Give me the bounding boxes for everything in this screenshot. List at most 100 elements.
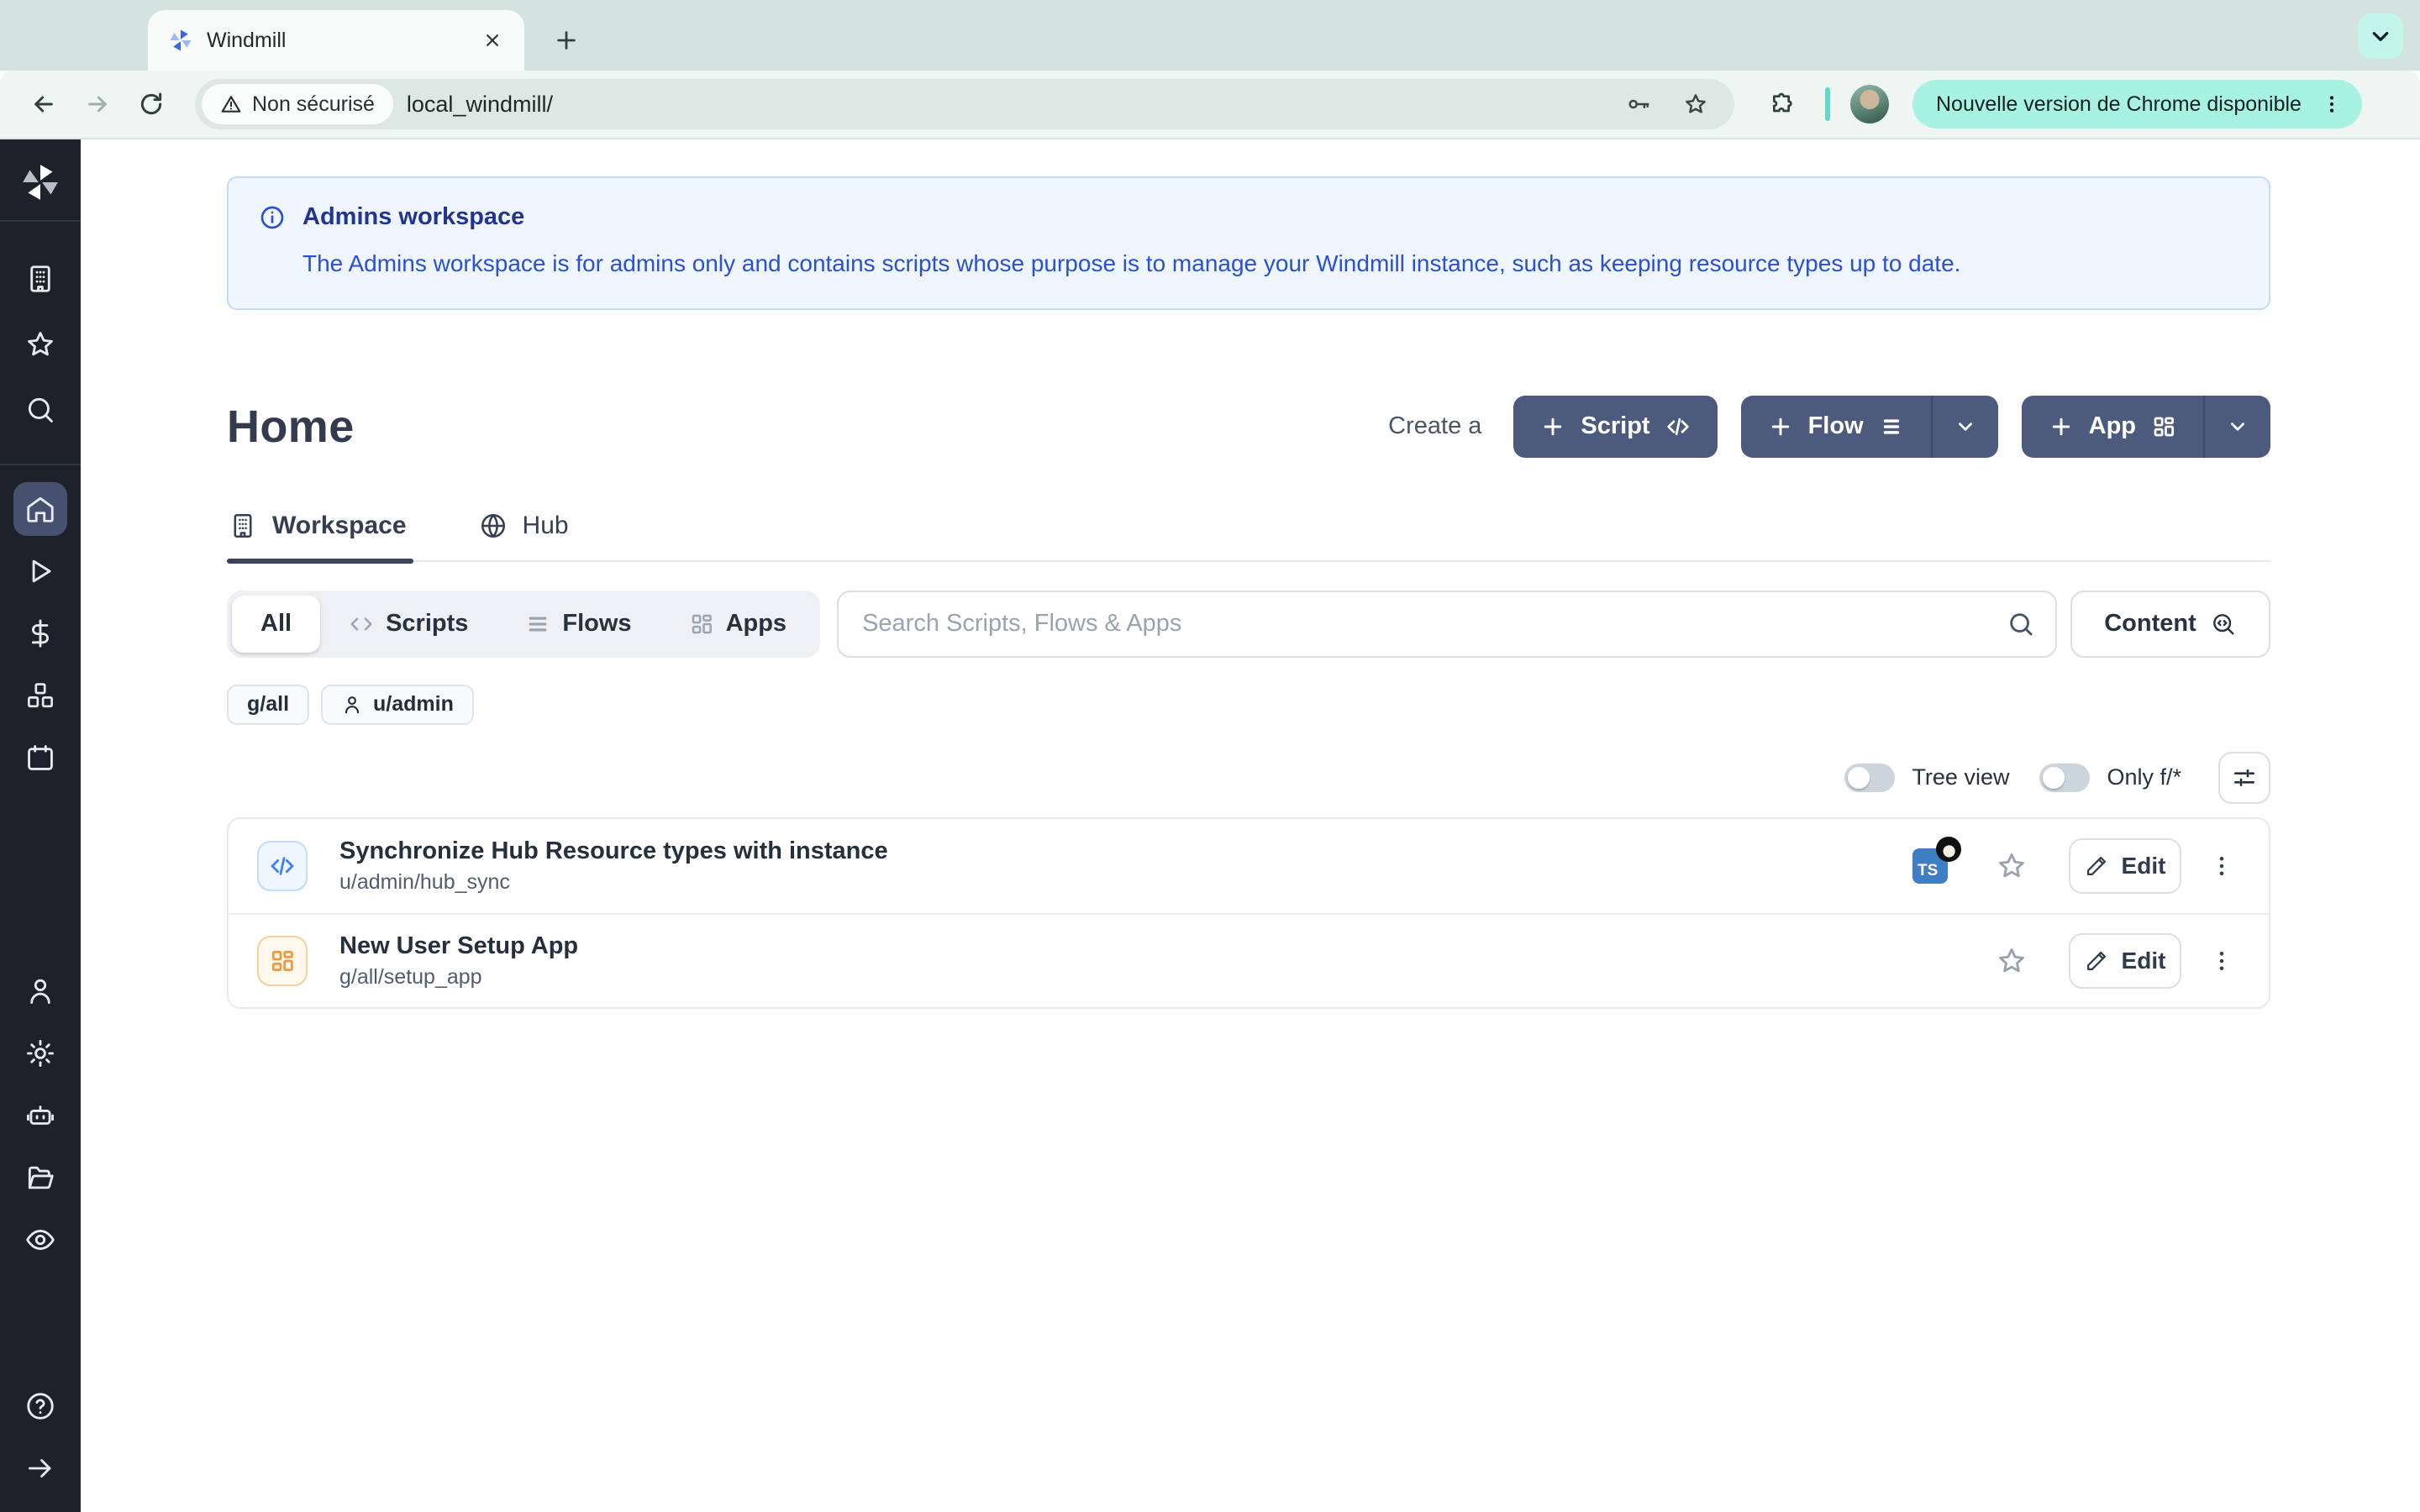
owner-chip-gall[interactable]: g/all bbox=[227, 685, 309, 725]
browser-menu-kebab-icon[interactable] bbox=[2315, 87, 2349, 121]
sidebar-item-runs[interactable] bbox=[13, 544, 67, 598]
code-icon bbox=[1665, 414, 1691, 439]
display-settings-button[interactable] bbox=[2218, 752, 2270, 804]
favorite-star-icon[interactable] bbox=[1991, 846, 2032, 886]
content-button-label: Content bbox=[2104, 610, 2196, 638]
sidebar-item-workers-robot-icon[interactable] bbox=[13, 1089, 67, 1142]
tab-close-icon[interactable] bbox=[477, 25, 508, 55]
code-icon bbox=[349, 612, 374, 637]
edit-button[interactable]: Edit bbox=[2069, 838, 2181, 894]
forward-icon[interactable] bbox=[74, 81, 121, 128]
items-list: Synchronize Hub Resource types with inst… bbox=[227, 817, 2270, 1009]
banner-title: Admins workspace bbox=[302, 203, 524, 231]
chrome-update-button[interactable]: Nouvelle version de Chrome disponible bbox=[1912, 80, 2362, 129]
sidebar-item-resources[interactable] bbox=[13, 669, 67, 722]
chrome-update-label: Nouvelle version de Chrome disponible bbox=[1936, 92, 2302, 117]
tab-workspace-label: Workspace bbox=[272, 512, 407, 540]
workspace-building-icon[interactable] bbox=[13, 252, 67, 306]
app-grid-icon bbox=[257, 936, 308, 986]
tab-hub[interactable]: Hub bbox=[477, 512, 576, 560]
extensions-puzzle-icon[interactable] bbox=[1758, 81, 1805, 128]
back-icon[interactable] bbox=[20, 81, 67, 128]
sliders-icon bbox=[2231, 764, 2258, 791]
favorite-star-icon[interactable] bbox=[1991, 941, 2032, 981]
profile-divider bbox=[1825, 87, 1830, 121]
item-title: New User Setup App bbox=[339, 932, 1991, 960]
filter-flows[interactable]: Flows bbox=[497, 596, 660, 653]
app-dropdown-chevron-icon[interactable] bbox=[2203, 396, 2270, 458]
tab-workspace[interactable]: Workspace bbox=[227, 512, 413, 560]
windmill-logo-icon[interactable] bbox=[19, 161, 61, 203]
create-script-button[interactable]: Script bbox=[1513, 396, 1717, 458]
new-tab-button[interactable] bbox=[544, 18, 588, 62]
sidebar-divider bbox=[0, 220, 81, 222]
chip-label: g/all bbox=[247, 692, 289, 717]
item-title: Synchronize Hub Resource types with inst… bbox=[339, 837, 1912, 865]
search-input[interactable] bbox=[862, 610, 2007, 638]
help-icon[interactable] bbox=[13, 1379, 67, 1433]
sidebar-item-variables[interactable] bbox=[13, 606, 67, 660]
item-menu-kebab-icon[interactable] bbox=[2202, 941, 2242, 981]
create-a-label: Create a bbox=[1388, 412, 1481, 440]
expand-sidebar-arrow-icon[interactable] bbox=[13, 1441, 67, 1495]
workspace-hub-tabs: Workspace Hub bbox=[227, 512, 2270, 562]
building-icon bbox=[229, 512, 257, 540]
filter-apps-label: Apps bbox=[726, 610, 787, 638]
only-f-toggle[interactable] bbox=[2039, 764, 2090, 792]
search-icon bbox=[2007, 610, 2035, 638]
pencil-icon bbox=[2085, 949, 2108, 973]
filter-apps[interactable]: Apps bbox=[660, 596, 816, 653]
sidebar-item-settings-gear-icon[interactable] bbox=[13, 1026, 67, 1080]
bookmark-star-icon[interactable] bbox=[1674, 82, 1718, 126]
passwords-key-icon[interactable] bbox=[1617, 82, 1660, 126]
list-item-app[interactable]: New User Setup App g/all/setup_app Edit bbox=[229, 913, 2269, 1007]
screen: Windmill Non sécurisé local_windmill/ bbox=[0, 0, 2420, 1512]
edit-label: Edit bbox=[2122, 948, 2166, 974]
type-filter-segmented: All Scripts Flows Apps bbox=[227, 591, 820, 658]
item-menu-kebab-icon[interactable] bbox=[2202, 846, 2242, 886]
security-chip[interactable]: Non sécurisé bbox=[202, 84, 393, 124]
plus-icon bbox=[2049, 414, 2074, 439]
profile-avatar[interactable] bbox=[1850, 85, 1889, 123]
url-bar[interactable]: Non sécurisé local_windmill/ bbox=[195, 79, 1734, 129]
filter-scripts[interactable]: Scripts bbox=[320, 596, 497, 653]
warning-triangle-icon bbox=[220, 93, 242, 115]
owner-chip-uadmin[interactable]: u/admin bbox=[321, 685, 474, 725]
filter-scripts-label: Scripts bbox=[386, 610, 468, 638]
pencil-icon bbox=[2085, 854, 2108, 878]
filter-all[interactable]: All bbox=[232, 596, 320, 653]
sidebar-item-schedules[interactable] bbox=[13, 731, 67, 785]
url-text[interactable]: local_windmill/ bbox=[407, 92, 1603, 118]
plus-icon bbox=[1768, 414, 1793, 439]
sidebar-item-home[interactable] bbox=[13, 482, 67, 536]
app-grid-icon bbox=[689, 612, 714, 637]
windmill-favicon-icon bbox=[168, 28, 193, 53]
admins-workspace-banner: Admins workspace The Admins workspace is… bbox=[227, 176, 2270, 310]
search-icon[interactable] bbox=[13, 383, 67, 437]
browser-tabstrip: Windmill bbox=[0, 0, 2420, 71]
tab-search-button[interactable] bbox=[2358, 13, 2403, 59]
page-title: Home bbox=[227, 401, 355, 453]
security-label: Non sécurisé bbox=[252, 92, 375, 117]
sidebar-item-users[interactable] bbox=[13, 964, 67, 1018]
search-code-icon bbox=[2210, 611, 2237, 638]
filter-all-label: All bbox=[260, 610, 292, 638]
plus-icon bbox=[1540, 414, 1565, 439]
main-content: Admins workspace The Admins workspace is… bbox=[81, 139, 2420, 1512]
create-app-button[interactable]: App bbox=[2022, 396, 2270, 458]
browser-tab[interactable]: Windmill bbox=[148, 10, 524, 71]
content-search-button[interactable]: Content bbox=[2070, 591, 2270, 658]
flow-list-icon bbox=[1879, 414, 1904, 439]
filter-flows-label: Flows bbox=[562, 610, 631, 638]
tree-view-toggle[interactable] bbox=[1844, 764, 1895, 792]
favorites-star-icon[interactable] bbox=[13, 318, 67, 371]
create-app-label: App bbox=[2089, 412, 2136, 440]
edit-button[interactable]: Edit bbox=[2069, 933, 2181, 989]
sidebar-item-audit-eye-icon[interactable] bbox=[13, 1213, 67, 1267]
reload-icon[interactable] bbox=[128, 81, 175, 128]
info-icon bbox=[259, 204, 286, 231]
sidebar-item-folders-icon[interactable] bbox=[13, 1151, 67, 1205]
flow-dropdown-chevron-icon[interactable] bbox=[1931, 396, 1998, 458]
list-item-script[interactable]: Synchronize Hub Resource types with inst… bbox=[229, 819, 2269, 913]
create-flow-button[interactable]: Flow bbox=[1741, 396, 1998, 458]
